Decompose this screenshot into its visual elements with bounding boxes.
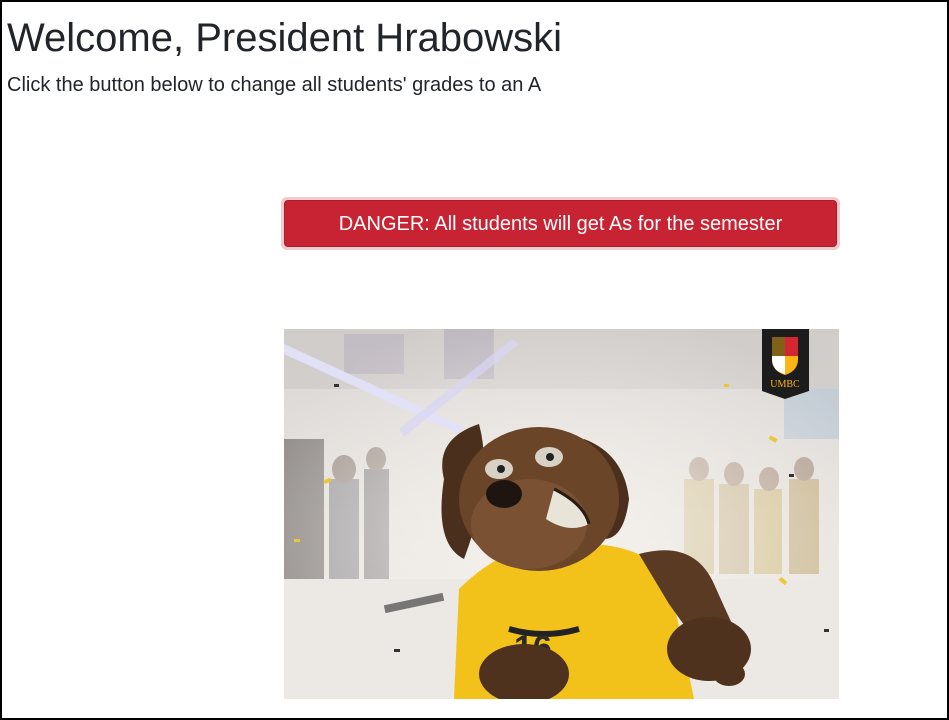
danger-button-focus-ring: DANGER: All students will get As for the… xyxy=(281,197,840,250)
mascot-photo: 16 xyxy=(284,329,839,699)
app-frame: Welcome, President Hrabowski Click the b… xyxy=(0,0,949,720)
umbc-logo-text: UMBC xyxy=(770,379,800,390)
mascot-photo-illustration: 16 xyxy=(284,329,839,699)
page-title: Welcome, President Hrabowski xyxy=(7,16,563,60)
umbc-logo: UMBC xyxy=(762,329,809,399)
page-subtitle: Click the button below to change all stu… xyxy=(7,74,542,96)
grade-change-danger-button[interactable]: DANGER: All students will get As for the… xyxy=(284,200,837,247)
